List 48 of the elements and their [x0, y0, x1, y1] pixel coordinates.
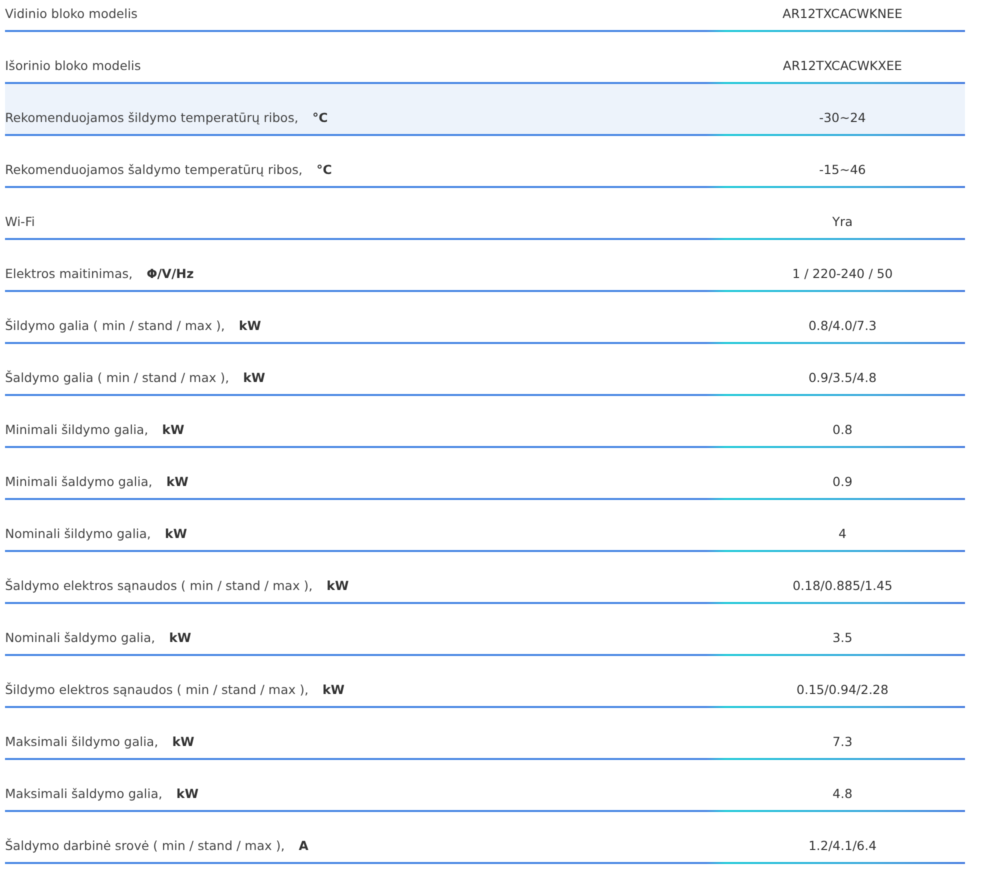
- spec-label: Elektros maitinimas,: [5, 266, 133, 281]
- spec-label: Šildymo galia ( min / stand / max ),: [5, 318, 225, 333]
- spec-label: Šaldymo elektros sąnaudos ( min / stand / max ),: [5, 578, 313, 593]
- unit-label: °C: [312, 110, 328, 125]
- unit-label: °C: [316, 162, 332, 177]
- spec-value: 0.9: [832, 474, 852, 489]
- spec-value: 0.8: [832, 422, 852, 437]
- spec-value: 1 / 220-240 / 50: [792, 266, 893, 281]
- unit-label: A: [298, 838, 308, 853]
- unit-label: kW: [169, 630, 192, 645]
- unit-label: Φ/V/Hz: [146, 266, 194, 281]
- spec-value: -30~24: [819, 110, 866, 125]
- spec-value: 0.9/3.5/4.8: [808, 370, 877, 385]
- unit-label: kW: [238, 318, 262, 333]
- unit-label: kW: [172, 734, 194, 749]
- spec-label: Minimali šaldymo galia,: [5, 474, 152, 489]
- spec-value: 3.5: [832, 630, 852, 645]
- spec-label: Wi-Fi: [5, 214, 35, 229]
- spec-label: Šaldymo galia ( min / stand / max ),: [5, 370, 230, 385]
- spec-value: 0.18/0.885/1.45: [792, 578, 892, 593]
- spec-label: Maksimali šaldymo galia,: [5, 786, 162, 801]
- spec-value: 4: [838, 526, 846, 541]
- unit-label: kW: [164, 526, 188, 541]
- spec-value: 7.3: [832, 734, 852, 749]
- spec-value: AR12TXCACWKNEE: [782, 6, 902, 21]
- spec-value: Yra: [832, 214, 853, 229]
- spec-value: -15~46: [819, 162, 866, 177]
- unit-label: kW: [176, 786, 198, 801]
- unit-label: kW: [243, 370, 266, 385]
- unit-label: kW: [322, 682, 345, 697]
- spec-label: Šaldymo darbinė srovė ( min / stand / max ),: [5, 838, 285, 853]
- spec-label: Vidinio bloko modelis: [5, 6, 138, 21]
- spec-value: AR12TXCACWKXEE: [782, 58, 902, 73]
- spec-label: Maksimali šildymo galia,: [5, 734, 158, 749]
- spec-label: Minimali šildymo galia,: [5, 422, 148, 437]
- spec-label: Rekomenduojamos šildymo temperatūrų ribos,: [5, 110, 298, 125]
- spec-label: Šildymo elektros sąnaudos ( min / stand / max ),: [5, 682, 308, 697]
- spec-label: Išorinio bloko modelis: [5, 58, 141, 73]
- spec-label: Rekomenduojamos šaldymo temperatūrų ribos,: [5, 162, 302, 177]
- spec-value: 0.15/0.94/2.28: [796, 682, 888, 697]
- spec-value: 1.2/4.1/6.4: [808, 838, 877, 853]
- spec-label: Nominali šildymo galia,: [5, 526, 151, 541]
- spec-value: 0.8/4.0/7.3: [808, 318, 877, 333]
- unit-label: kW: [326, 578, 349, 593]
- unit-label: kW: [166, 474, 188, 489]
- spec-value: 4.8: [832, 786, 852, 801]
- unit-label: kW: [162, 422, 184, 437]
- spec-label: Nominali šaldymo galia,: [5, 630, 156, 645]
